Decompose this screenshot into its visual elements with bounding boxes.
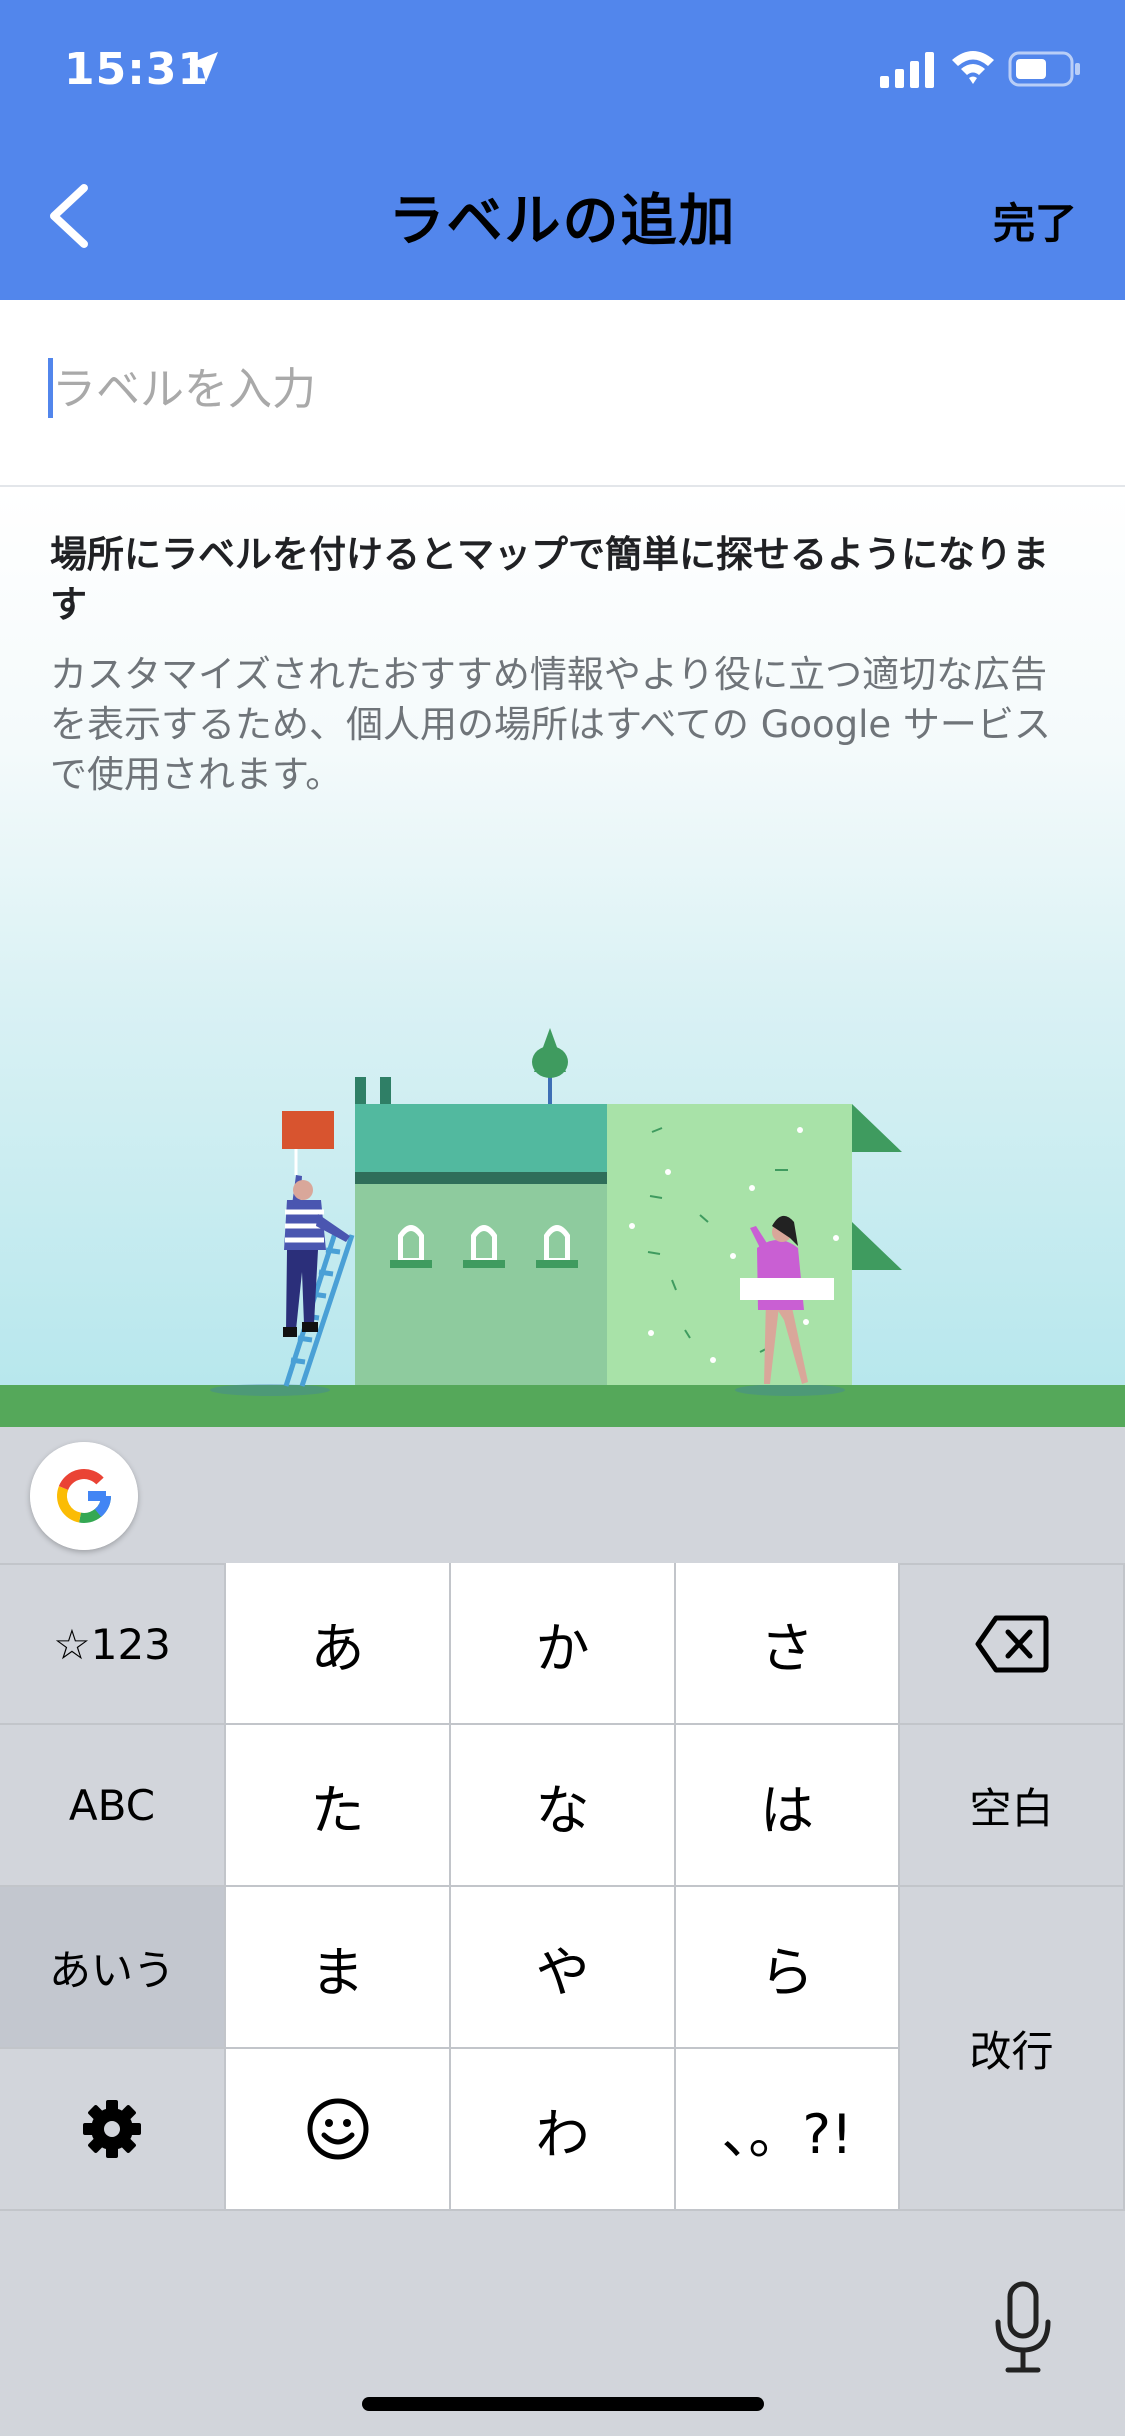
cellular-signal-icon (880, 52, 934, 88)
backspace-key[interactable] (900, 1563, 1125, 1725)
microphone-icon[interactable] (990, 2280, 1056, 2376)
key-ma[interactable]: ま (226, 1887, 451, 2049)
emoji-icon (307, 2098, 368, 2160)
key-hiragana-mode[interactable]: あいう (0, 1887, 226, 2049)
key-ha[interactable]: は (676, 1725, 900, 1887)
location-arrow-icon (188, 52, 218, 82)
label-input[interactable] (52, 346, 1052, 432)
page-title: ラベルの追加 (388, 189, 737, 254)
battery-icon (1008, 51, 1080, 87)
enter-key[interactable]: 改行 (900, 1887, 1125, 2211)
key-wa[interactable]: わ (451, 2049, 676, 2211)
space-key[interactable]: 空白 (900, 1725, 1125, 1887)
key-punctuation[interactable]: 、。?! (676, 2049, 900, 2211)
key-ra[interactable]: ら (676, 1887, 900, 2049)
done-button[interactable]: 完了 (993, 190, 1077, 251)
key-symbols[interactable]: ☆123 (0, 1563, 226, 1725)
home-indicator[interactable] (362, 2397, 764, 2411)
google-logo-icon[interactable] (30, 1442, 138, 1550)
key-sa[interactable]: さ (676, 1563, 900, 1725)
info-heading: 場所にラベルを付けるとマップで簡単に探せるようになります (50, 533, 1049, 626)
info-body: カスタマイズされたおすすめ情報やより役に立つ適切な広告を表示するため、個人用の場… (50, 653, 1051, 796)
key-ya[interactable]: や (451, 1887, 676, 2049)
settings-key[interactable] (0, 2049, 226, 2211)
key-na[interactable]: な (451, 1725, 676, 1887)
wifi-icon (952, 51, 994, 84)
key-a[interactable]: あ (226, 1563, 451, 1725)
key-abc[interactable]: ABC (0, 1725, 226, 1887)
key-ta[interactable]: た (226, 1725, 451, 1887)
key-ka[interactable]: か (451, 1563, 676, 1725)
gear-icon (83, 2100, 141, 2158)
house-illustration (0, 1028, 1125, 1430)
emoji-key[interactable] (226, 2049, 451, 2211)
backspace-icon (975, 1615, 1048, 1673)
